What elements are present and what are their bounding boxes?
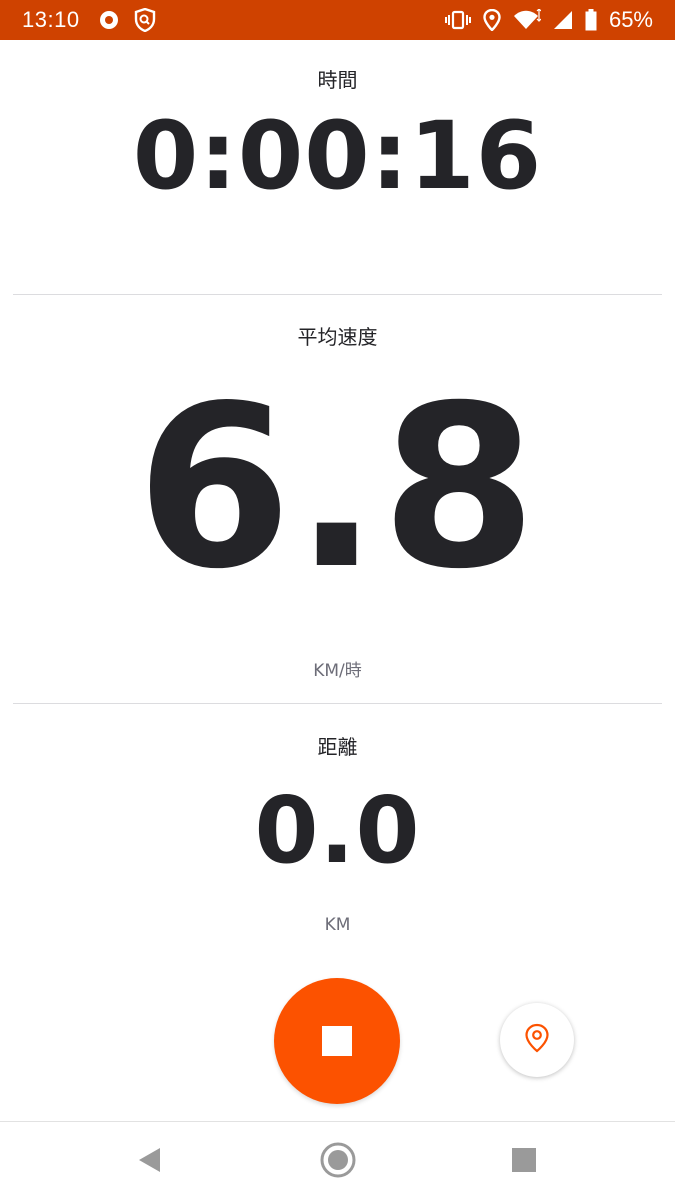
distance-unit: KM — [324, 915, 351, 935]
battery-icon — [585, 9, 597, 31]
status-right: 65% — [444, 7, 653, 33]
signal-icon — [553, 10, 573, 30]
status-bar: 13:10 65% — [0, 0, 675, 40]
status-left: 13:10 — [22, 7, 170, 33]
wifi-icon — [513, 9, 541, 31]
avg-speed-unit: KM/時 — [313, 661, 362, 681]
avg-speed-label: 平均速度 — [297, 325, 378, 349]
vibrate-icon — [444, 10, 471, 30]
location-icon — [483, 9, 501, 31]
location-button[interactable] — [500, 1003, 574, 1077]
home-icon — [320, 1142, 356, 1182]
recording-screen: 13:10 65% 時間 0:00:16 平均速度 6.8 KM/時 距離 0.… — [0, 0, 675, 1200]
nav-back-button[interactable] — [131, 1144, 167, 1180]
time-label: 時間 — [317, 68, 358, 92]
recents-icon — [511, 1147, 537, 1177]
distance-value: 0.0 — [254, 777, 421, 884]
status-time: 13:10 — [22, 7, 80, 32]
battery-percentage: 65% — [608, 7, 653, 32]
record-icon — [98, 9, 120, 31]
stop-icon — [322, 1026, 352, 1056]
divider — [13, 294, 662, 295]
map-pin-icon — [524, 1023, 550, 1057]
nav-home-button[interactable] — [320, 1142, 356, 1182]
navigation-bar — [0, 1121, 675, 1200]
back-icon — [136, 1146, 162, 1178]
vpn-shield-icon — [134, 8, 156, 32]
avg-speed-value: 6.8 — [136, 357, 539, 618]
divider — [13, 703, 662, 704]
time-value: 0:00:16 — [132, 102, 543, 211]
distance-label: 距離 — [317, 735, 358, 759]
nav-recents-button[interactable] — [506, 1144, 542, 1180]
stop-button[interactable] — [274, 978, 400, 1104]
